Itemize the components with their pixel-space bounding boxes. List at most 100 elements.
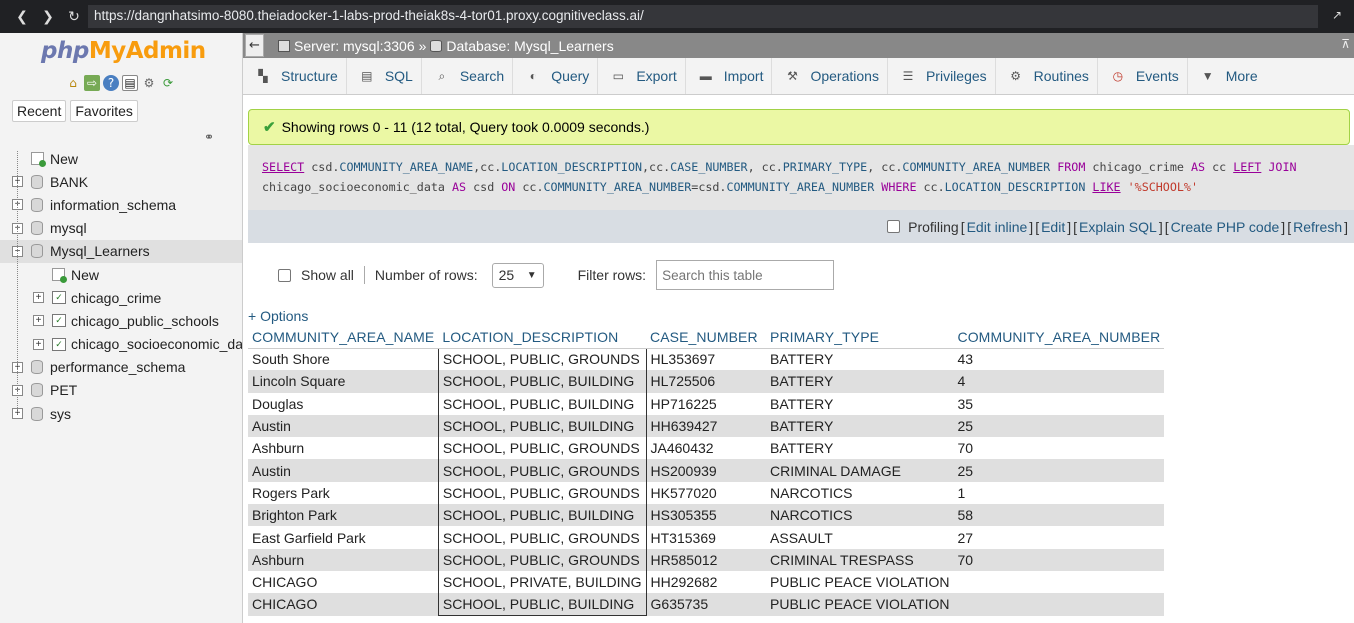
table-cell: East Garfield Park [248, 526, 439, 549]
table-row[interactable]: Brighton Park SCHOOL, PUBLIC, BUILDING HS3… [248, 504, 1165, 527]
table-row[interactable]: Lincoln Square SCHOOL, PUBLIC, BUILDING HL… [248, 370, 1165, 393]
table-row[interactable]: Douglas SCHOOL, PUBLIC, BUILDING HP716225 B… [248, 392, 1165, 415]
column-header-community-area-name[interactable]: COMMUNITY_AREA_NAME [248, 326, 439, 349]
tree-item-sys[interactable]: + sys [0, 402, 242, 425]
expand-icon[interactable]: + [33, 292, 44, 304]
column-header-case-number[interactable]: CASE_NUMBER [646, 326, 767, 349]
create-php-code-link[interactable]: Create PHP code [1171, 219, 1280, 235]
tree-item-new[interactable]: New [0, 147, 242, 170]
database-icon [31, 244, 43, 259]
tab-import[interactable]: ▬ Import [686, 58, 773, 94]
edit-link[interactable]: Edit [1041, 219, 1065, 235]
table-cell [953, 570, 1165, 594]
rows-per-page-select[interactable]: 25 ▼ [491, 262, 544, 288]
tree-item-label[interactable]: information_schema [50, 197, 176, 213]
table-cell: G635735 [646, 593, 767, 616]
expand-icon[interactable]: + [33, 338, 44, 350]
tree-item-label[interactable]: New [71, 267, 99, 283]
settings-icon[interactable]: ⚙ [141, 75, 157, 91]
phpmyadmin-logo[interactable]: phpMyAdmin [41, 38, 206, 64]
logout-icon[interactable]: ⇨ [84, 75, 100, 91]
table-cell: NARCOTICS [766, 481, 954, 505]
tree-item-mysql-learners[interactable]: − Mysql_Learners [0, 239, 242, 263]
forward-icon[interactable]: ❯ [36, 5, 60, 29]
table-row[interactable]: CHICAGO SCHOOL, PUBLIC, BUILDING G635735 PU… [248, 593, 1165, 617]
breadcrumb-database[interactable]: Database: Mysql_Learners [446, 38, 613, 54]
home-icon[interactable]: ⌂ [65, 75, 81, 91]
table-cell: Lincoln Square [248, 370, 439, 393]
table-row[interactable]: Rogers Park SCHOOL, PUBLIC, GROUNDS HK5770… [248, 481, 1165, 505]
table-cell: SCHOOL, PUBLIC, GROUNDS [437, 548, 647, 571]
tree-item-performance-schema[interactable]: + performance_schema [0, 356, 242, 379]
nav-icon-bar: ⌂ ⇨ ? ▤ ⚙ ⟳ [65, 75, 176, 91]
column-header-location-description[interactable]: LOCATION_DESCRIPTION [438, 326, 647, 349]
options-link[interactable]: + Options [248, 308, 308, 324]
tab-query[interactable]: ◐ Query [513, 58, 599, 94]
collapse-nav-icon[interactable]: ← [245, 34, 264, 57]
open-external-icon[interactable]: ↗ [1332, 8, 1342, 22]
profiling-checkbox[interactable] [887, 220, 901, 233]
table-row[interactable]: Ashburn SCHOOL, PUBLIC, GROUNDS HR585012 CR… [248, 548, 1165, 571]
tab-more[interactable]: ▼ More [1188, 58, 1266, 94]
tree-item-information-schema[interactable]: + information_schema [0, 193, 242, 216]
breadcrumb-server[interactable]: Server: mysql:3306 [294, 38, 415, 54]
table-row[interactable]: East Garfield Park SCHOOL, PUBLIC, GROUND… [248, 526, 1165, 549]
tree-item-chicago-crime[interactable]: + ✓ chicago_crime [0, 286, 242, 309]
table-row[interactable]: Austin SCHOOL, PUBLIC, GROUNDS HS200939 CRI… [248, 459, 1165, 482]
tab-export[interactable]: ▭ Export [598, 58, 686, 94]
tree-item-label[interactable]: performance_schema [50, 359, 185, 375]
tab-structure[interactable]: ▚ Structure [243, 58, 347, 94]
tree-item-label[interactable]: BANK [50, 174, 88, 190]
tree-item-mysql[interactable]: + mysql [0, 217, 242, 240]
tree-item-bank[interactable]: + BANK [0, 170, 242, 193]
docs-icon[interactable]: ▤ [122, 75, 138, 91]
column-header-primary-type[interactable]: PRIMARY_TYPE [766, 326, 954, 349]
tab-operations[interactable]: ⚒ Operations [772, 58, 888, 94]
filter-rows-input[interactable] [656, 260, 835, 290]
column-header-community-area-number[interactable]: COMMUNITY_AREA_NUMBER [953, 326, 1165, 349]
scroll-top-icon[interactable]: ⊼ [1341, 37, 1350, 51]
help-icon[interactable]: ? [103, 75, 119, 91]
tree-item-new[interactable]: New [0, 263, 242, 286]
tree-item-chicago-socioeconomic-data[interactable]: + ✓ chicago_socioeconomic_data [0, 333, 242, 356]
edit-inline-link[interactable]: Edit inline [967, 219, 1028, 235]
tab-sql[interactable]: ▤ SQL [347, 58, 422, 94]
address-bar[interactable]: https://dangnhatsimo-8080.theiadocker-1-… [88, 5, 1318, 28]
table-row[interactable]: CHICAGO SCHOOL, PRIVATE, BUILDING HH292682… [248, 570, 1165, 594]
new-item-icon [52, 268, 67, 284]
table-cell: Austin [248, 459, 439, 482]
table-cell: HL725506 [646, 370, 767, 393]
tree-item-label[interactable]: PET [50, 382, 77, 398]
reload-nav-icon[interactable]: ⟳ [160, 75, 176, 91]
profiling-label: Profiling [908, 218, 959, 235]
recent-button[interactable]: Recent [12, 100, 67, 122]
tree-item-label[interactable]: sys [50, 406, 71, 422]
reload-icon[interactable]: ↻ [62, 5, 86, 29]
tree-item-chicago-public-schools[interactable]: + ✓ chicago_public_schools [0, 309, 242, 332]
show-all-checkbox[interactable] [278, 268, 291, 282]
tree-item-label[interactable]: chicago_public_schools [71, 313, 219, 329]
tab-search[interactable]: ⌕ Search [422, 58, 514, 94]
tab-label: Operations [810, 68, 879, 84]
refresh-link[interactable]: Refresh [1293, 219, 1342, 235]
link-with-main-icon[interactable]: ⚭ [204, 130, 214, 144]
tree-item-label[interactable]: Mysql_Learners [50, 243, 150, 259]
table-cell: 70 [953, 437, 1165, 460]
favorites-button[interactable]: Favorites [70, 100, 138, 122]
table-row[interactable]: South Shore SCHOOL, PUBLIC, GROUNDS HL3536… [248, 348, 1165, 371]
tree-item-label[interactable]: chicago_crime [71, 290, 161, 306]
table-cell: BATTERY [766, 437, 954, 460]
back-icon[interactable]: ❮ [10, 5, 34, 29]
table-row[interactable]: Ashburn SCHOOL, PUBLIC, GROUNDS JA460432 BA… [248, 437, 1165, 460]
tree-item-label[interactable]: mysql [50, 220, 87, 236]
tree-item-label[interactable]: New [50, 151, 78, 167]
chevron-down-icon: ▼ [1201, 69, 1214, 83]
explain-sql-link[interactable]: Explain SQL [1079, 219, 1157, 235]
tree-item-label[interactable]: chicago_socioeconomic_data [71, 336, 242, 352]
tree-item-pet[interactable]: + PET [0, 379, 242, 402]
table-row[interactable]: Austin SCHOOL, PUBLIC, BUILDING HH639427 BA… [248, 414, 1165, 438]
tab-routines[interactable]: ⚙ Routines [996, 58, 1098, 94]
tab-events[interactable]: ◷ Events [1098, 58, 1188, 94]
expand-icon[interactable]: + [33, 315, 44, 327]
tab-privileges[interactable]: ☰ Privileges [888, 58, 996, 94]
